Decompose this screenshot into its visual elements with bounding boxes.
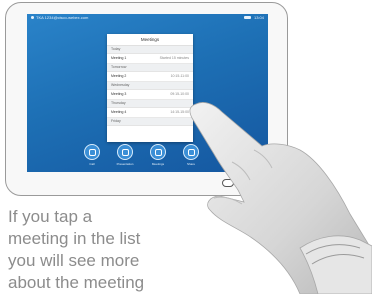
meeting-name: Meeting 2: [111, 74, 127, 78]
meeting-item[interactable]: Meeting 3 09:15-10:00: [107, 90, 193, 100]
meetings-icon[interactable]: [150, 144, 166, 160]
dock-item-meetings[interactable]: Meetings: [143, 144, 173, 166]
day-header: Today: [107, 46, 193, 54]
meetings-panel: Meetings Today Meeting 1 Started 15 minu…: [107, 34, 193, 142]
day-header: Friday: [107, 118, 193, 126]
share-icon[interactable]: [183, 144, 199, 160]
dock-item-share[interactable]: Share: [176, 144, 206, 166]
status-bar: TKA 1234@cisco-webex.com 13:04: [27, 14, 268, 22]
call-icon[interactable]: [84, 144, 100, 160]
home-button[interactable]: [222, 179, 234, 187]
meetings-panel-title: Meetings: [107, 34, 193, 46]
status-right: 13:04: [243, 14, 264, 22]
status-left: TKA 1234@cisco-webex.com: [31, 14, 88, 22]
dock-label: Presentation: [116, 162, 134, 166]
meeting-name: Meeting 3: [111, 92, 127, 96]
meeting-time: 09:15-10:00: [170, 92, 189, 96]
dock-label: Meetings: [151, 162, 165, 166]
meeting-name: Meeting 1: [111, 56, 127, 60]
meeting-time: Started 15 minutes: [159, 56, 189, 60]
meeting-name: Meeting 4: [111, 110, 127, 114]
day-header: Tomorrow: [107, 64, 193, 72]
caption-line: you will see more: [8, 251, 140, 270]
device-screen: TKA 1234@cisco-webex.com 13:04 Meetings …: [27, 14, 268, 172]
meeting-time: 14:15-15:00: [170, 110, 189, 114]
caption-line: meeting in the list: [8, 229, 141, 248]
dock-item-presentation[interactable]: Presentation: [110, 144, 140, 166]
status-dot-icon: [31, 16, 34, 20]
caption-line: If you tap a: [8, 207, 93, 226]
dock-label: Call: [89, 162, 95, 166]
meeting-item[interactable]: Meeting 4 14:15-15:00: [107, 108, 193, 118]
meeting-item[interactable]: Meeting 1 Started 15 minutes: [107, 54, 193, 64]
caption-line: about the meeting: [8, 273, 145, 292]
status-left-text: TKA 1234@cisco-webex.com: [36, 15, 89, 20]
meeting-item[interactable]: Meeting 2 10:15-11:00: [107, 72, 193, 82]
status-time: 13:04: [253, 15, 264, 20]
day-header: Thursday: [107, 100, 193, 108]
dock-item-call[interactable]: Call: [77, 144, 107, 166]
camera-icon: [243, 16, 251, 20]
day-header: Wednesday: [107, 82, 193, 90]
dock-label: Share: [186, 162, 195, 166]
meeting-time: 10:15-11:00: [170, 74, 189, 78]
dock: Call Presentation Meetings Share: [77, 144, 217, 170]
caption-text: If you tap a meeting in the list you wil…: [8, 206, 188, 294]
presentation-icon[interactable]: [117, 144, 133, 160]
